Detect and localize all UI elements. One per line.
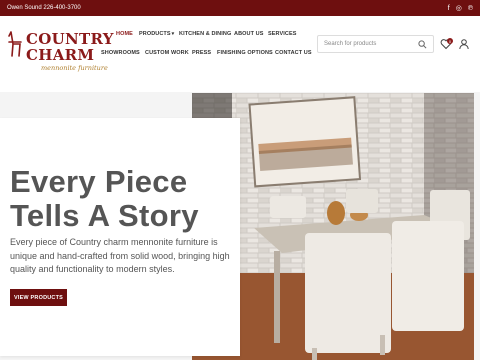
- site-header: COUNTRY CHARM mennonite furniture HOME P…: [0, 16, 480, 86]
- instagram-icon[interactable]: ◎: [456, 5, 462, 12]
- pinterest-icon[interactable]: ℗: [468, 5, 473, 12]
- nav-showrooms[interactable]: SHOWROOMS: [101, 50, 140, 56]
- nav-home[interactable]: HOME: [116, 31, 133, 37]
- user-icon[interactable]: [458, 38, 470, 50]
- wishlist-count-badge: 0: [447, 38, 453, 44]
- chevron-down-icon: ▾: [171, 31, 175, 37]
- social-links: f ◎ ℗: [448, 5, 473, 12]
- nav-about[interactable]: ABOUT US: [234, 31, 264, 37]
- phone-number[interactable]: Owen Sound 226-400-3700: [7, 5, 81, 11]
- nav-products[interactable]: PRODUCTS▾: [139, 31, 174, 37]
- nav-custom-work[interactable]: CUSTOM WORK: [145, 50, 189, 56]
- hero-headline-line2: Tells A Story: [10, 198, 199, 233]
- hero-headline-line1: Every Piece: [10, 164, 188, 199]
- hero-headline: Every Piece Tells A Story: [10, 165, 199, 233]
- nav-press[interactable]: PRESS: [192, 50, 211, 56]
- logo-subtitle: mennonite furniture: [41, 64, 108, 72]
- top-bar: Owen Sound 226-400-3700 f ◎ ℗: [0, 0, 480, 16]
- nav-kitchen-dining[interactable]: KITCHEN & DINING: [179, 31, 231, 37]
- site-logo[interactable]: COUNTRY CHARM mennonite furniture: [6, 26, 113, 74]
- logo-line2: CHARM: [26, 46, 95, 64]
- nav-finishing-options[interactable]: FINISHING OPTIONS: [217, 50, 273, 56]
- search-input[interactable]: Search for products: [324, 41, 376, 47]
- logo-line1: COUNTRY: [26, 30, 114, 48]
- nav-contact[interactable]: CONTACT US: [275, 50, 312, 56]
- search-icon[interactable]: [418, 39, 427, 49]
- view-products-button[interactable]: VIEW PRODUCTS: [10, 289, 67, 306]
- nav-services[interactable]: SERVICES: [268, 31, 297, 37]
- search-box[interactable]: Search for products: [317, 35, 434, 53]
- chair-logo-icon: [8, 31, 22, 57]
- nav-products-label: PRODUCTS: [139, 31, 171, 37]
- hero-description: Every piece of Country charm mennonite f…: [10, 237, 230, 274]
- facebook-icon[interactable]: f: [448, 5, 450, 12]
